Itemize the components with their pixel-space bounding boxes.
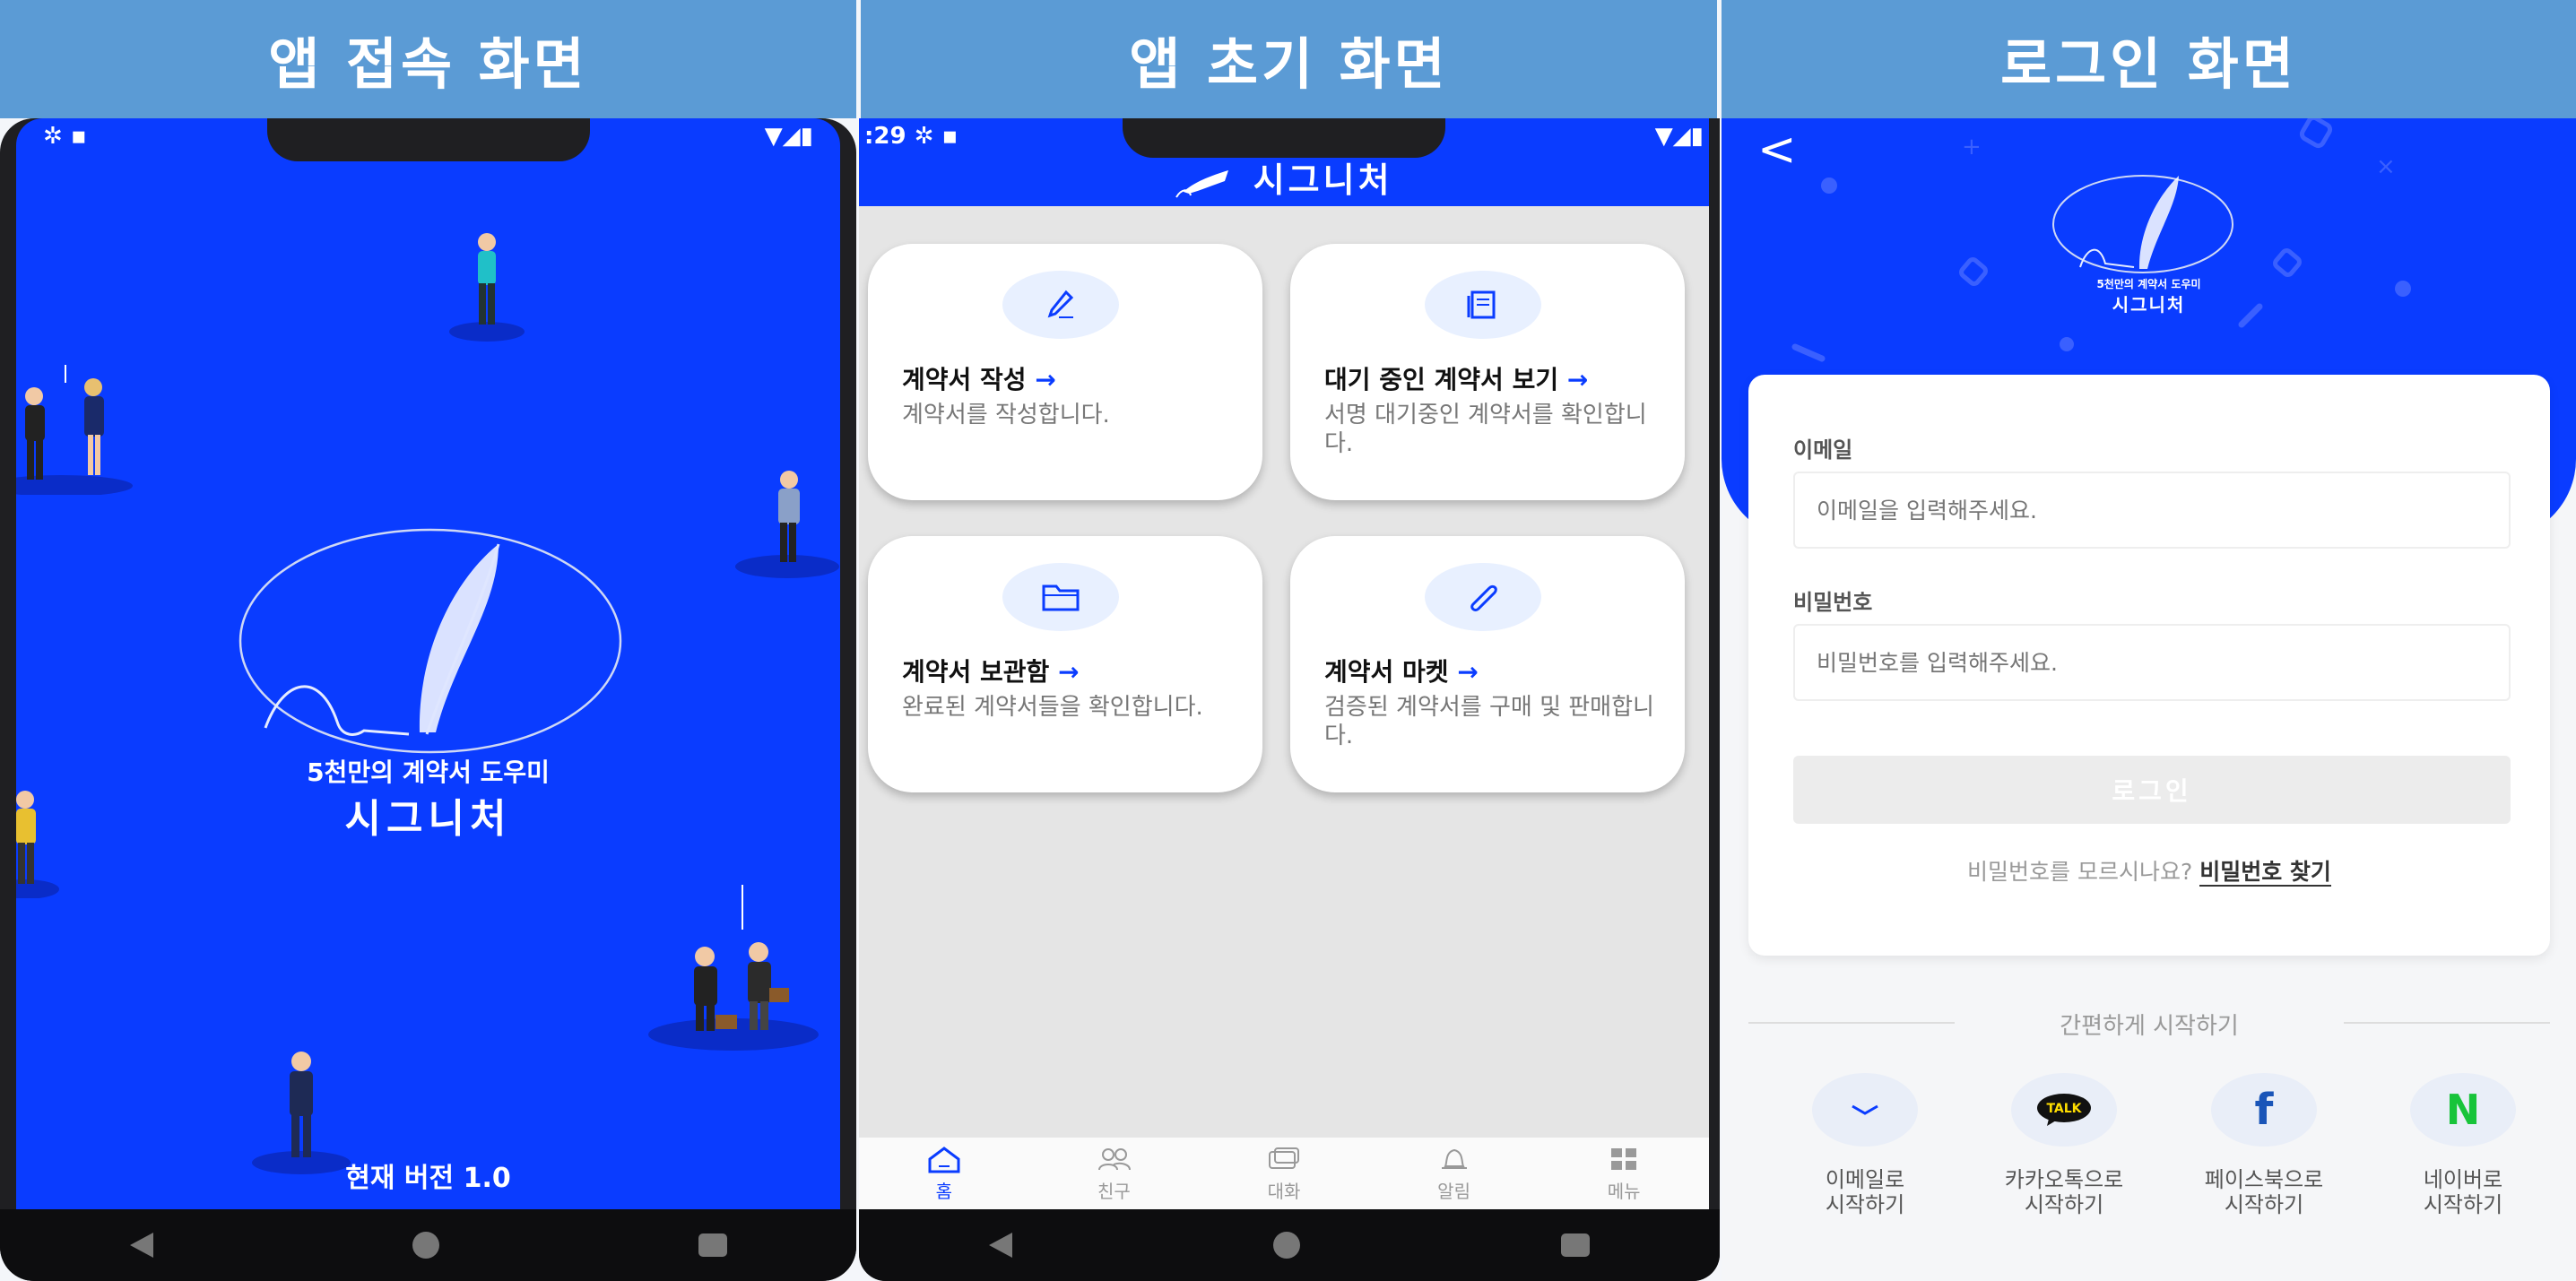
- header-login: 로그인 화면: [1722, 0, 2576, 118]
- grid-menu-icon: [1611, 1147, 1637, 1170]
- social-label: 카카오톡으로 시작하기: [2004, 1167, 2124, 1217]
- folder-icon: [1002, 563, 1119, 631]
- person-illustration: [735, 471, 839, 578]
- nav-recent-apps-icon[interactable]: [698, 1233, 727, 1257]
- android-nav-bar: [859, 1209, 1720, 1281]
- find-password-link[interactable]: 비밀번호 찾기: [2199, 859, 2331, 887]
- login-form-card: 이메일 비밀번호 로그인 비밀번호를 모르시나요? 비밀번호 찾기: [1748, 375, 2550, 956]
- nav-back-icon[interactable]: [989, 1233, 1013, 1258]
- password-field[interactable]: [1793, 624, 2511, 701]
- social-label: 이메일로 시작하기: [1825, 1167, 1905, 1217]
- header-app-launch: 앱 접속 화면: [0, 0, 856, 118]
- card-description: 완료된 계약서들을 확인합니다.: [902, 694, 1203, 721]
- facebook-glyph: f: [2254, 1085, 2274, 1135]
- card-description: 검증된 계약서를 구매 및 판매합니다.: [1324, 694, 1654, 749]
- social-label: 네이버로 시작하기: [2423, 1167, 2503, 1217]
- nav-recent-apps-icon[interactable]: [1560, 1233, 1590, 1257]
- card-title: 계약서 마켓 →: [1324, 657, 1479, 687]
- forgot-password-text: 비밀번호를 모르시나요?: [1967, 859, 2193, 885]
- naver-glyph: N: [2445, 1086, 2481, 1134]
- kakaotalk-icon: TALK: [2011, 1073, 2117, 1147]
- bell-icon: [1441, 1148, 1467, 1169]
- splash-screen: ✲ ▪ ▼◢▮ 5천만의 계약서 도우미 시그니처 현재 버전 1.0: [16, 118, 840, 1209]
- logo-subtitle: 5천만의 계약서 도우미: [2096, 278, 2201, 290]
- feather-pen-icon: [1175, 169, 1229, 198]
- app-bar: :29 ✲ ▪ ▼◢▮ 시그니처: [859, 118, 1709, 206]
- social-naver-start[interactable]: N 네이버로 시작하기: [2378, 1073, 2548, 1217]
- home-icon: [928, 1146, 960, 1173]
- social-facebook-start[interactable]: f 페이스북으로 시작하기: [2179, 1073, 2349, 1217]
- home-screen: :29 ✲ ▪ ▼◢▮ 시그니처 계약서 작성 → 계약서를 작성합니다. 대기…: [859, 118, 1709, 1209]
- header-app-home: 앱 초기 화면: [861, 0, 1717, 118]
- easy-start-text: 간편하게 시작하기: [2060, 1013, 2239, 1040]
- card-contract-archive[interactable]: 계약서 보관함 → 완료된 계약서들을 확인합니다.: [868, 536, 1262, 792]
- nav-home-icon[interactable]: [412, 1232, 439, 1259]
- social-kakaotalk-start[interactable]: TALK 카카오톡으로 시작하기: [1979, 1073, 2149, 1217]
- email-label: 이메일: [1793, 437, 1853, 463]
- tab-chat[interactable]: 대화: [1230, 1138, 1338, 1209]
- nav-home-icon[interactable]: [1272, 1232, 1300, 1259]
- status-time: :29 ✲ ▪: [864, 123, 958, 150]
- app-title-text: 시그니처: [1253, 160, 1393, 200]
- chat-icon: [1268, 1147, 1299, 1169]
- tab-label: 대화: [1267, 1180, 1301, 1202]
- phone-notch: [1123, 118, 1445, 158]
- phone-home: :29 ✲ ▪ ▼◢▮ 시그니처 계약서 작성 → 계약서를 작성합니다. 대기…: [859, 118, 1720, 1281]
- card-title: 대기 중인 계약서 보기 →: [1324, 365, 1589, 394]
- card-title: 계약서 보관함 →: [902, 657, 1080, 687]
- splash-subtitle: 5천만의 계약서 도우미: [307, 757, 550, 787]
- app-version: 현재 버전 1.0: [345, 1163, 511, 1194]
- bottom-tab-bar: 홈 친구 대화 알림 메뉴: [859, 1138, 1709, 1209]
- status-icons-right: ▼◢▮: [764, 123, 813, 150]
- logo-title: 시그니처: [2112, 294, 2186, 316]
- friends-icon: [1098, 1147, 1132, 1170]
- svg-text:TALK: TALK: [2046, 1102, 2082, 1116]
- email-icon: [1812, 1073, 1918, 1147]
- facebook-icon: f: [2211, 1073, 2317, 1147]
- card-contract-market[interactable]: 계약서 마켓 → 검증된 계약서를 구매 및 판매합니다.: [1290, 536, 1685, 792]
- handshake-illustration: [648, 885, 819, 1051]
- card-write-contract[interactable]: 계약서 작성 → 계약서를 작성합니다.: [868, 244, 1262, 500]
- card-description: 서명 대기중인 계약서를 확인합니다.: [1324, 402, 1647, 457]
- app-title: 시그니처: [859, 152, 1709, 202]
- forgot-password-row: 비밀번호를 모르시나요? 비밀번호 찾기: [1748, 854, 2550, 887]
- tab-friends[interactable]: 친구: [1060, 1138, 1167, 1209]
- tab-label: 홈: [935, 1180, 952, 1202]
- naver-icon: N: [2410, 1073, 2516, 1147]
- tab-home[interactable]: 홈: [890, 1138, 998, 1209]
- status-icons-right: ▼◢▮: [1654, 123, 1704, 150]
- card-pending-contracts[interactable]: 대기 중인 계약서 보기 → 서명 대기중인 계약서를 확인합니다.: [1290, 244, 1685, 500]
- tab-label: 메뉴: [1607, 1180, 1641, 1202]
- splash-app-name: 시그니처: [344, 796, 512, 842]
- paperclip-icon: [1425, 563, 1541, 631]
- login-button[interactable]: 로그인: [1793, 756, 2511, 824]
- people-illustration: [16, 365, 133, 495]
- card-title: 계약서 작성 →: [902, 365, 1056, 394]
- password-label: 비밀번호: [1793, 590, 1873, 615]
- person-illustration: [449, 233, 525, 342]
- email-field[interactable]: [1793, 472, 2511, 549]
- pen-icon: [1002, 271, 1119, 339]
- back-button[interactable]: <: [1757, 123, 1797, 177]
- status-icons-left: ✲ ▪: [43, 123, 87, 150]
- tab-label: 친구: [1097, 1180, 1131, 1202]
- svg-text:×: ×: [2376, 153, 2396, 180]
- android-nav-bar: [0, 1209, 856, 1281]
- social-email-start[interactable]: 이메일로 시작하기: [1780, 1073, 1950, 1217]
- tab-label: 알림: [1437, 1180, 1470, 1202]
- document-icon: [1425, 271, 1541, 339]
- phone-notch: [266, 118, 590, 161]
- easy-start-divider: 간편하게 시작하기: [1748, 1004, 2550, 1040]
- svg-text:+: +: [1962, 134, 1982, 160]
- login-screen: + × < 5천만의 계약서 도우미 시그니처 이메일 비밀번호 로그인 비밀번…: [1722, 118, 2576, 1281]
- tab-notifications[interactable]: 알림: [1401, 1138, 1508, 1209]
- card-description: 계약서를 작성합니다.: [902, 402, 1110, 428]
- app-screens-overview: 앱 접속 화면 앱 초기 화면 로그인 화면 ✲ ▪ ▼◢▮ 5천만의 계약서 …: [0, 0, 2576, 1281]
- social-label: 페이스북으로 시작하기: [2204, 1167, 2324, 1217]
- divider-line: [2344, 1022, 2550, 1024]
- nav-back-icon[interactable]: [129, 1233, 153, 1258]
- tab-menu[interactable]: 메뉴: [1570, 1138, 1678, 1209]
- phone-splash: ✲ ▪ ▼◢▮ 5천만의 계약서 도우미 시그니처 현재 버전 1.0: [0, 118, 856, 1281]
